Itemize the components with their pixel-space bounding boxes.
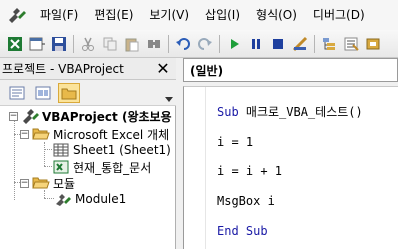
reset-icon[interactable] bbox=[268, 34, 288, 54]
toolbar-separator bbox=[219, 34, 220, 53]
tree-node-module1[interactable]: Module1 bbox=[54, 190, 126, 208]
object-dropdown-value: (일반) bbox=[190, 63, 224, 78]
project-explorer-toolbar bbox=[0, 80, 176, 106]
workbook-icon bbox=[52, 159, 70, 175]
panel-scroll-arrow[interactable] bbox=[164, 82, 174, 102]
object-browser-icon[interactable] bbox=[363, 34, 383, 54]
toolbar-separator bbox=[168, 34, 169, 53]
tree-node-sheet1[interactable]: Sheet1 (Sheet1) bbox=[52, 141, 171, 159]
tree-connector bbox=[44, 142, 45, 166]
code-line[interactable]: MsgBox i bbox=[217, 194, 275, 208]
tree-label-sheet1: Sheet1 (Sheet1) bbox=[73, 143, 171, 157]
find-icon[interactable] bbox=[144, 34, 164, 54]
code-text: 매크로_VBA_테스트() bbox=[238, 105, 363, 119]
vba-editor-icon[interactable] bbox=[6, 4, 28, 26]
cut-icon[interactable] bbox=[78, 34, 98, 54]
save-icon[interactable] bbox=[49, 34, 69, 54]
copy-icon[interactable] bbox=[100, 34, 120, 54]
code-text: i = i + 1 bbox=[217, 164, 283, 178]
tree-connector bbox=[14, 120, 15, 200]
tree-connector bbox=[44, 149, 52, 150]
undo-icon[interactable] bbox=[173, 34, 193, 54]
folder-open-icon bbox=[32, 126, 50, 142]
tree-node-project[interactable]: − VBAProject (왕초보용 bbox=[9, 107, 172, 125]
menu-view[interactable]: 보기(V) bbox=[141, 0, 197, 30]
project-explorer-icon[interactable] bbox=[319, 34, 339, 54]
break-icon[interactable] bbox=[246, 34, 266, 54]
menu-bar: 파일(F) 편집(E) 보기(V) 삽입(I) 형식(O) 디버그(D) bbox=[0, 0, 398, 30]
module-icon bbox=[54, 191, 72, 207]
view-code-icon[interactable] bbox=[6, 83, 28, 103]
margin-indicator-bar[interactable] bbox=[184, 87, 206, 249]
toolbar-separator bbox=[73, 34, 74, 53]
tree-label-module1: Module1 bbox=[75, 192, 127, 206]
project-explorer-titlebar: 프로젝트 - VBAProject ✕ bbox=[0, 58, 176, 80]
run-icon[interactable] bbox=[224, 34, 244, 54]
excel-view-icon[interactable] bbox=[5, 34, 25, 54]
object-dropdown[interactable]: (일반) bbox=[183, 58, 398, 82]
toggle-folders-icon[interactable] bbox=[58, 82, 80, 103]
properties-icon[interactable] bbox=[341, 34, 361, 54]
code-editor[interactable]: Sub 매크로_VBA_테스트() i = 1 i = i + 1 MsgBox… bbox=[183, 86, 398, 249]
tree-connector bbox=[44, 166, 52, 167]
project-tree: − VBAProject (왕초보용 − Microsoft Excel 개체 … bbox=[0, 106, 176, 249]
worksheet-icon bbox=[52, 142, 70, 158]
tree-label-workbook: 현재_통합_문서 bbox=[73, 160, 152, 175]
code-line[interactable]: i = 1 bbox=[217, 135, 253, 149]
code-keyword: Sub bbox=[217, 105, 239, 119]
collapse-icon[interactable]: − bbox=[20, 129, 29, 139]
menu-file[interactable]: 파일(F) bbox=[32, 0, 86, 30]
folder-open-icon bbox=[32, 175, 50, 191]
code-line[interactable]: End Sub bbox=[217, 224, 268, 238]
menu-format[interactable]: 형식(O) bbox=[248, 0, 305, 30]
menu-edit[interactable]: 편집(E) bbox=[86, 0, 141, 30]
menu-debug[interactable]: 디버그(D) bbox=[305, 0, 373, 30]
code-line[interactable]: Sub 매크로_VBA_테스트() bbox=[217, 103, 363, 120]
toolbar-separator bbox=[314, 34, 315, 53]
paste-icon[interactable] bbox=[122, 34, 142, 54]
close-icon[interactable]: ✕ bbox=[154, 59, 172, 78]
standard-toolbar bbox=[0, 30, 398, 58]
tree-label-excel-objects: Microsoft Excel 개체 bbox=[53, 127, 170, 142]
project-explorer-title: 프로젝트 - VBAProject bbox=[2, 62, 124, 76]
collapse-icon[interactable]: − bbox=[9, 111, 18, 121]
design-mode-icon[interactable] bbox=[290, 34, 310, 54]
tree-connector bbox=[44, 198, 54, 199]
view-object-icon[interactable] bbox=[32, 83, 54, 103]
redo-icon[interactable] bbox=[195, 34, 215, 54]
code-keyword: End Sub bbox=[217, 224, 268, 238]
tree-label-modules: 모듈 bbox=[53, 176, 76, 191]
collapse-icon[interactable]: − bbox=[20, 178, 29, 188]
code-text: MsgBox i bbox=[217, 194, 275, 208]
insert-module-icon[interactable] bbox=[27, 34, 47, 54]
code-text: i = 1 bbox=[217, 135, 254, 149]
vba-project-icon bbox=[21, 108, 39, 124]
code-line[interactable]: i = i + 1 bbox=[217, 164, 282, 178]
menu-insert[interactable]: 삽입(I) bbox=[197, 0, 248, 30]
tree-label-project: VBAProject (왕초보용 bbox=[42, 109, 172, 124]
